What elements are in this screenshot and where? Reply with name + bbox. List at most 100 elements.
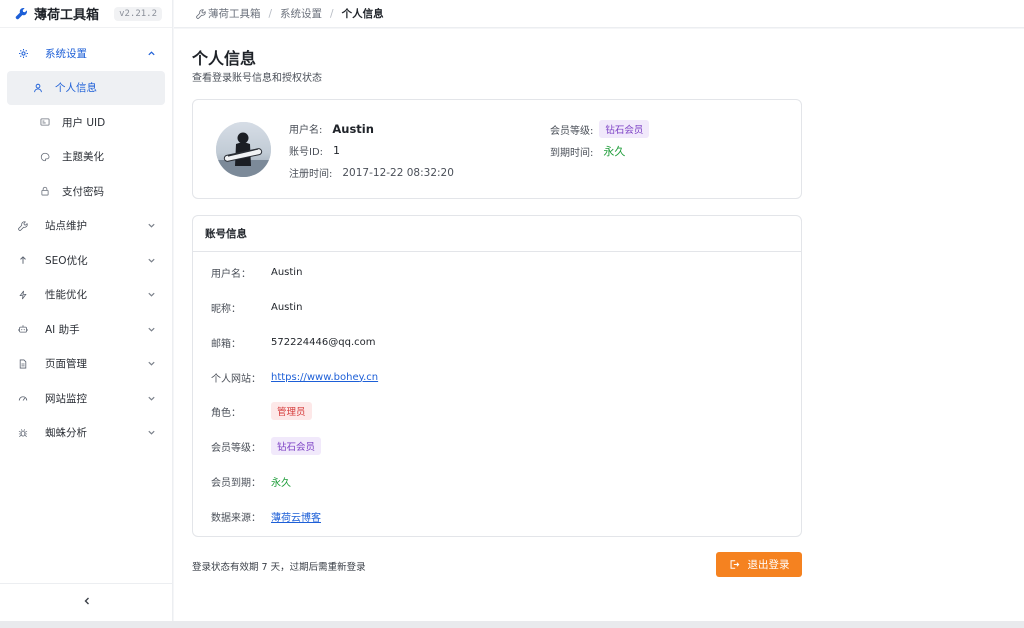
sidebar-item-label: 系统设置 xyxy=(45,47,87,60)
sidebar-subitem-profile[interactable]: 个人信息 xyxy=(7,70,165,105)
lock-icon xyxy=(39,185,51,197)
arrow-up-icon xyxy=(17,254,29,266)
document-icon xyxy=(17,358,29,370)
profile-level-label: 会员等级: xyxy=(550,125,594,137)
account-info-card: 账号信息 用户名： Austin 昵称： Austin 邮箱： 57222444… xyxy=(192,215,802,537)
sidebar-item-page-management[interactable]: 页面管理 xyxy=(0,347,172,382)
member-level-badge: 钻石会员 xyxy=(599,120,650,138)
role-badge: 管理员 xyxy=(271,402,312,420)
sidebar-subitem-label: 个人信息 xyxy=(55,82,97,95)
profile-username-label: 用户名: xyxy=(289,125,323,136)
profile-reg-time: 2017-12-22 08:32:20 xyxy=(342,166,454,179)
sidebar-item-label: 页面管理 xyxy=(45,358,87,371)
breadcrumb-current: 个人信息 xyxy=(341,8,384,20)
sidebar-item-performance[interactable]: 性能优化 xyxy=(0,278,172,313)
profile-card: 用户名: Austin 账号ID: 1 注册时间: 2017-12-22 08:… xyxy=(192,99,802,199)
account-row-value: 永久 xyxy=(271,477,291,489)
sidebar-item-label: 站点维护 xyxy=(45,220,87,233)
robot-icon xyxy=(17,323,29,335)
chevron-down-icon xyxy=(146,221,156,231)
wrench-logo-icon xyxy=(14,7,28,21)
id-card-icon xyxy=(39,116,51,128)
breadcrumb-root[interactable]: 薄荷工具箱 xyxy=(208,6,261,21)
profile-username-row: 用户名: Austin xyxy=(289,121,374,137)
account-row-username: 用户名： Austin xyxy=(211,262,302,282)
website-link[interactable]: https://www.bohey.cn xyxy=(271,372,378,383)
account-row-label: 邮箱： xyxy=(211,338,241,350)
account-row-label: 用户名： xyxy=(211,268,251,280)
chevron-down-icon xyxy=(146,324,156,334)
gear-icon xyxy=(17,47,29,59)
profile-expire: 永久 xyxy=(603,145,626,158)
breadcrumb: 薄荷工具箱 / 系统设置 / 个人信息 xyxy=(174,0,1024,28)
sidebar: 薄荷工具箱 v2.21.2 系统设置 个人信息 用户 UID 主题美化 支付密码… xyxy=(0,0,173,621)
profile-expire-label: 到期时间: xyxy=(550,147,594,159)
gauge-icon xyxy=(17,392,29,404)
chevron-left-icon xyxy=(82,596,92,609)
sidebar-item-label: AI 助手 xyxy=(45,323,80,336)
collapse-sidebar-button[interactable] xyxy=(0,583,173,621)
brand: 薄荷工具箱 v2.21.2 xyxy=(0,0,172,28)
chevron-down-icon xyxy=(146,393,156,403)
sidebar-item-label: 蜘蛛分析 xyxy=(45,427,87,440)
sidebar-item-site-monitor[interactable]: 网站监控 xyxy=(0,381,172,416)
sidebar-subitem-pay-password[interactable]: 支付密码 xyxy=(7,174,165,209)
account-row-label: 昵称： xyxy=(211,303,241,315)
account-row-label: 会员等级： xyxy=(211,442,261,454)
sidebar-item-label: 性能优化 xyxy=(45,289,87,302)
chevron-down-icon xyxy=(146,290,156,300)
sidebar-subitem-label: 主题美化 xyxy=(62,151,104,164)
logout-button[interactable]: 退出登录 xyxy=(716,552,802,577)
sidebar-menu: 系统设置 个人信息 用户 UID 主题美化 支付密码 站点维护 SEO优化 性能… xyxy=(0,28,172,450)
app-title: 薄荷工具箱 xyxy=(34,8,100,23)
account-row-nickname: 昵称： Austin xyxy=(211,297,302,317)
account-row-member-expire: 会员到期： 永久 xyxy=(211,471,291,491)
account-row-role: 角色： 管理员 xyxy=(211,401,312,421)
account-row-data-source: 数据来源： 薄荷云博客 xyxy=(211,506,321,526)
logout-label: 退出登录 xyxy=(747,559,790,571)
chevron-down-icon xyxy=(146,359,156,369)
account-row-label: 个人网站： xyxy=(211,373,261,385)
sidebar-item-label: SEO优化 xyxy=(45,254,88,267)
profile-reg-row: 注册时间: 2017-12-22 08:32:20 xyxy=(289,165,454,181)
page-subtitle: 查看登录账号信息和授权状态 xyxy=(192,73,322,84)
profile-expire-row: 到期时间: 永久 xyxy=(550,143,625,159)
session-note: 登录状态有效期 7 天，过期后需重新登录 xyxy=(192,562,366,573)
spider-icon xyxy=(17,427,29,439)
sidebar-item-spider-analysis[interactable]: 蜘蛛分析 xyxy=(0,416,172,451)
sidebar-subitem-user-uid[interactable]: 用户 UID xyxy=(7,105,165,140)
version-badge: v2.21.2 xyxy=(114,6,162,21)
wrench-icon xyxy=(196,8,206,19)
breadcrumb-separator: / xyxy=(330,7,334,20)
sidebar-item-system-settings[interactable]: 系统设置 xyxy=(0,36,172,71)
chevron-down-icon xyxy=(146,255,156,265)
chevron-up-icon xyxy=(146,48,156,58)
breadcrumb-separator: / xyxy=(268,7,273,20)
window-bottom-edge xyxy=(0,621,1024,628)
sidebar-item-ai-assistant[interactable]: AI 助手 xyxy=(0,312,172,347)
wrench-icon xyxy=(17,220,29,232)
account-row-website: 个人网站： https://www.bohey.cn xyxy=(211,367,378,387)
main-content: 个人信息 查看登录账号信息和授权状态 用户名: Austin 账号ID: 1 注… xyxy=(174,29,1024,621)
account-row-member-level: 会员等级： 钻石会员 xyxy=(211,436,322,456)
sidebar-subitem-label: 支付密码 xyxy=(62,185,104,198)
profile-id: 1 xyxy=(333,144,341,157)
sidebar-item-label: 网站监控 xyxy=(45,392,87,405)
page-title: 个人信息 xyxy=(192,49,257,68)
avatar xyxy=(216,122,271,177)
data-source-link[interactable]: 薄荷云博客 xyxy=(271,509,321,524)
account-row-value: Austin xyxy=(271,266,303,278)
user-icon xyxy=(32,82,44,94)
sidebar-subitem-theme[interactable]: 主题美化 xyxy=(7,140,165,175)
account-row-email: 邮箱： 572224446@qq.com xyxy=(211,332,376,352)
account-info-header: 账号信息 xyxy=(193,216,801,252)
logout-icon xyxy=(729,559,740,570)
account-row-label: 数据来源： xyxy=(211,512,261,524)
breadcrumb-mid[interactable]: 系统设置 xyxy=(280,6,322,21)
sidebar-item-seo[interactable]: SEO优化 xyxy=(0,243,172,278)
account-row-value: Austin xyxy=(271,301,303,313)
profile-reg-label: 注册时间: xyxy=(289,169,333,180)
sidebar-subitem-label: 用户 UID xyxy=(62,116,106,129)
sidebar-item-site-maintenance[interactable]: 站点维护 xyxy=(0,209,172,244)
palette-icon xyxy=(39,151,51,163)
